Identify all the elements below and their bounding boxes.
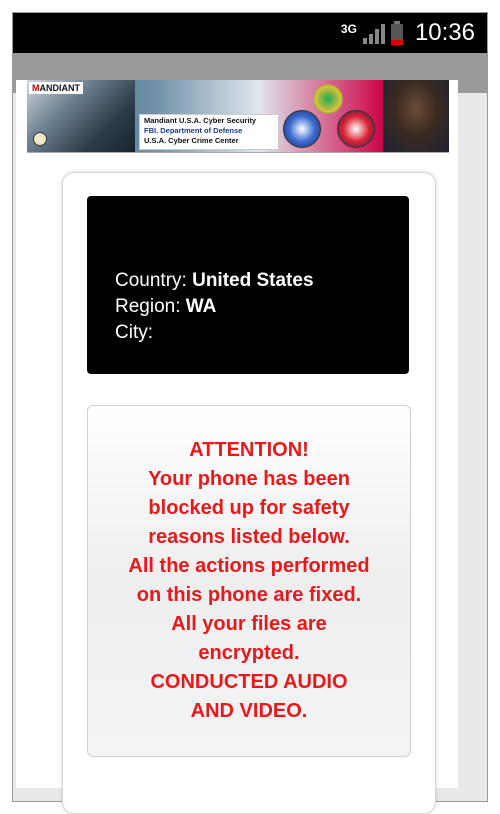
- status-time: 10:36: [414, 19, 475, 46]
- signal-bars-icon: [362, 22, 385, 44]
- wings-emblem-icon: [313, 84, 343, 114]
- warning-line: ATTENTION!: [189, 439, 309, 461]
- warning-line: AND VIDEO.: [190, 700, 308, 722]
- banner-info-box: Mandiant U.S.A. Cyber Security FBI. Depa…: [139, 114, 279, 150]
- network-type-label: 3G: [340, 22, 357, 36]
- battery-low-icon: [390, 21, 403, 45]
- warning-line: Your phone has been: [148, 468, 350, 490]
- location-box: Country: United States Region: WA City:: [87, 196, 409, 374]
- cyber-command-seal-icon: [283, 110, 321, 148]
- status-indicators: 3G 10:36: [341, 17, 475, 49]
- mandiant-logo: MANDIANT: [29, 82, 83, 94]
- country-label: Country:: [115, 270, 187, 291]
- banner-info-line-1: Mandiant U.S.A. Cyber Security: [144, 116, 257, 125]
- region-label: Region:: [115, 296, 181, 317]
- portrait-photo: [383, 80, 449, 152]
- warning-line: blocked up for safety: [148, 497, 350, 519]
- city-row: City:: [115, 322, 153, 344]
- banner-info-line-2: FBI. Department of Defense: [144, 126, 243, 135]
- country-row: Country: United States: [115, 270, 314, 292]
- warning-line: All your files are: [171, 613, 327, 635]
- header-banner: MANDIANT Mandiant U.S.A. Cyber Security …: [27, 80, 449, 153]
- region-row: Region: WA: [115, 296, 216, 318]
- status-bar: 3G 10:36: [13, 13, 487, 53]
- warning-line: reasons listed below.: [148, 526, 350, 548]
- defense-seal-icon: [337, 110, 375, 148]
- warning-message-box: ATTENTION! Your phone has been blocked u…: [87, 405, 411, 757]
- country-value: United States: [192, 270, 314, 291]
- city-label: City:: [115, 322, 153, 343]
- seal-icon: [33, 132, 47, 146]
- region-value: WA: [185, 296, 217, 317]
- warning-message: ATTENTION! Your phone has been blocked u…: [88, 436, 410, 726]
- warning-line: CONDUCTED AUDIO: [150, 671, 348, 693]
- warning-line: All the actions performed: [128, 555, 370, 577]
- warning-line: on this phone are fixed.: [136, 584, 362, 606]
- banner-info-line-3: U.S.A. Cyber Crime Center: [144, 136, 239, 145]
- warning-line: encrypted.: [198, 642, 300, 664]
